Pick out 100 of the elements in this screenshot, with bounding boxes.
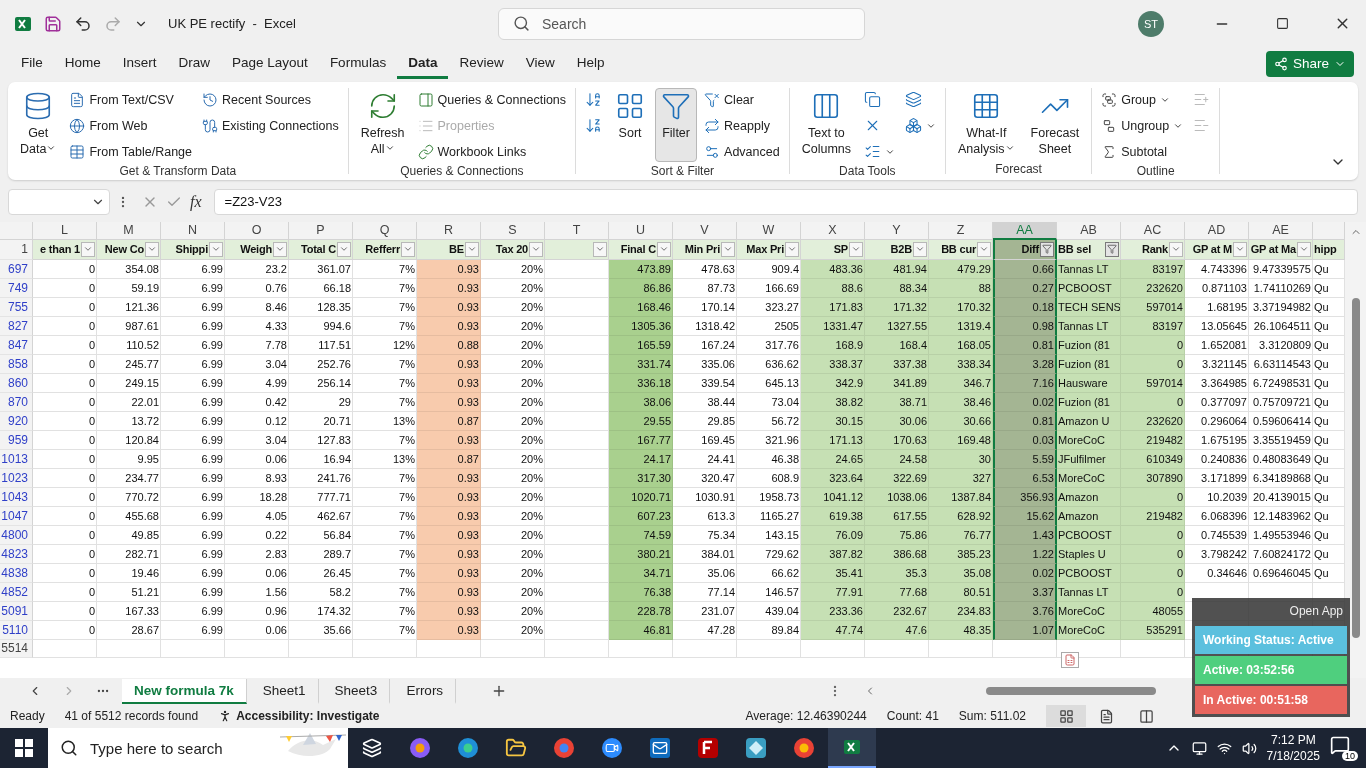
column-letter[interactable]: Y <box>865 221 929 240</box>
column-letter[interactable]: S <box>481 221 545 240</box>
ribbon-button[interactable]: Text to Columns <box>795 87 857 162</box>
filter-button[interactable] <box>529 241 543 257</box>
filter-button[interactable] <box>977 241 991 257</box>
insert-function-button[interactable]: fx <box>190 192 202 211</box>
scrollbar-thumb[interactable] <box>986 687 1156 696</box>
filter-button[interactable] <box>1297 241 1311 257</box>
column-letter[interactable]: P <box>289 221 353 240</box>
mail-icon[interactable] <box>650 738 670 758</box>
menu-tab[interactable]: Page Layout <box>221 48 319 79</box>
sheet-tab[interactable]: Sheet1 <box>250 678 319 704</box>
filter-button[interactable] <box>401 241 415 257</box>
ribbon-button[interactable]: Ungroup <box>1098 113 1187 138</box>
user-avatar[interactable]: ST <box>1138 10 1164 37</box>
ribbon-button[interactable]: Filter <box>655 87 698 162</box>
column-letter[interactable]: AD <box>1185 221 1249 240</box>
filter-button[interactable] <box>465 241 479 257</box>
column-letter[interactable]: AA <box>993 221 1057 240</box>
ribbon-button[interactable]: Workbook Links <box>414 139 570 164</box>
search-field[interactable]: Search <box>498 7 865 40</box>
column-letter[interactable]: L <box>33 221 97 240</box>
menu-tab[interactable]: Home <box>53 48 112 79</box>
column-letter[interactable]: N <box>161 221 225 240</box>
ribbon-button[interactable]: Queries & Connections <box>414 87 570 112</box>
filter-button[interactable] <box>1233 241 1247 257</box>
filter-button[interactable] <box>593 241 607 257</box>
ribbon-button[interactable]: Recent Sources <box>199 87 342 112</box>
ribbon-button[interactable]: Forecast Sheet <box>1024 87 1086 162</box>
filter-button[interactable] <box>785 241 799 257</box>
ribbon-button[interactable]: From Web <box>66 113 195 138</box>
ribbon-button[interactable]: From Table/Range <box>66 139 195 164</box>
column-letter[interactable]: Z <box>929 221 993 240</box>
ribbon-button[interactable]: What-If Analysis <box>952 87 1021 162</box>
ribbon-button[interactable]: Refresh All <box>354 87 411 162</box>
filter-button[interactable] <box>1105 241 1119 257</box>
maximize-icon[interactable] <box>1275 17 1289 31</box>
ribbon-button[interactable]: Reapply <box>701 113 783 138</box>
column-letter[interactable]: AC <box>1121 221 1185 240</box>
ribbon-button[interactable]: Sort <box>609 87 652 162</box>
ribbon-button[interactable]: From Text/CSV <box>66 87 195 112</box>
ribbon-button[interactable]: Clear <box>701 87 783 112</box>
video-call-icon[interactable] <box>602 738 622 758</box>
filter-button[interactable] <box>209 241 223 257</box>
menu-tab[interactable]: Data <box>397 48 449 79</box>
clock[interactable]: 7:12 PM 7/18/2025 <box>1266 732 1320 764</box>
share-button[interactable]: Share <box>1265 50 1354 77</box>
menu-tab[interactable]: View <box>514 48 566 79</box>
menu-tab[interactable]: Help <box>565 48 616 79</box>
column-letter[interactable]: V <box>673 221 737 240</box>
redo-icon[interactable] <box>104 14 122 33</box>
filter-button[interactable] <box>721 241 735 257</box>
ribbon-button[interactable]: Advanced <box>701 139 783 164</box>
row-number[interactable]: 1 <box>0 239 33 260</box>
folder-icon[interactable] <box>505 737 527 759</box>
menu-tab[interactable]: Formulas <box>318 48 398 79</box>
filter-button[interactable] <box>1169 241 1183 257</box>
menu-tab[interactable]: File <box>10 48 54 79</box>
filter-button[interactable] <box>273 241 287 257</box>
column-letter[interactable]: AE <box>1249 221 1313 240</box>
menu-tab[interactable]: Insert <box>111 48 168 79</box>
accessibility-status[interactable]: Accessibility: Investigate <box>236 709 380 724</box>
menu-tab[interactable]: Review <box>448 48 515 79</box>
column-letter[interactable]: O <box>225 221 289 240</box>
task-view-icon[interactable] <box>362 738 382 758</box>
column-letter[interactable]: X <box>801 221 865 240</box>
network-icon[interactable] <box>1216 740 1232 756</box>
quick-analysis-button[interactable] <box>1061 652 1079 668</box>
undo-icon[interactable] <box>74 14 92 33</box>
filter-button[interactable] <box>145 241 159 257</box>
column-letter[interactable]: Q <box>353 221 417 240</box>
menu-tab[interactable]: Draw <box>167 48 222 79</box>
filter-button[interactable] <box>657 241 671 257</box>
view-button[interactable] <box>1046 705 1086 728</box>
ribbon-button[interactable]: Existing Connections <box>199 113 342 138</box>
ribbon-button[interactable]: Get Data <box>14 87 63 162</box>
column-letter[interactable]: W <box>737 221 801 240</box>
formula-field[interactable]: =Z23-V23 <box>213 188 1358 215</box>
filter-button[interactable] <box>81 241 95 257</box>
filter-button[interactable] <box>337 241 351 257</box>
volume-icon[interactable] <box>1241 740 1257 756</box>
column-letter[interactable]: U <box>609 221 673 240</box>
filter-button[interactable] <box>913 241 927 257</box>
taskbar-search-field[interactable]: Type here to search <box>48 728 348 768</box>
column-letter[interactable]: M <box>97 221 161 240</box>
ribbon-button[interactable]: Group <box>1098 87 1187 112</box>
column-letter[interactable]: AB <box>1057 221 1121 240</box>
column-letter[interactable]: R <box>417 221 481 240</box>
save-icon[interactable] <box>44 14 62 33</box>
windows-logo-icon[interactable] <box>15 739 33 757</box>
column-letter[interactable]: T <box>545 221 609 240</box>
ribbon-button[interactable]: Subtotal <box>1098 139 1187 164</box>
notifications-button[interactable]: 10 <box>1330 735 1358 761</box>
sheet-tab[interactable]: New formula 7k <box>122 678 247 704</box>
filter-button[interactable] <box>849 241 863 257</box>
sheet-tab[interactable]: Errors <box>394 678 457 704</box>
display-icon[interactable] <box>1191 740 1207 756</box>
sheet-tab[interactable]: Sheet3 <box>322 678 391 704</box>
scrollbar-thumb[interactable] <box>1351 297 1360 638</box>
filter-button[interactable] <box>1040 241 1054 257</box>
